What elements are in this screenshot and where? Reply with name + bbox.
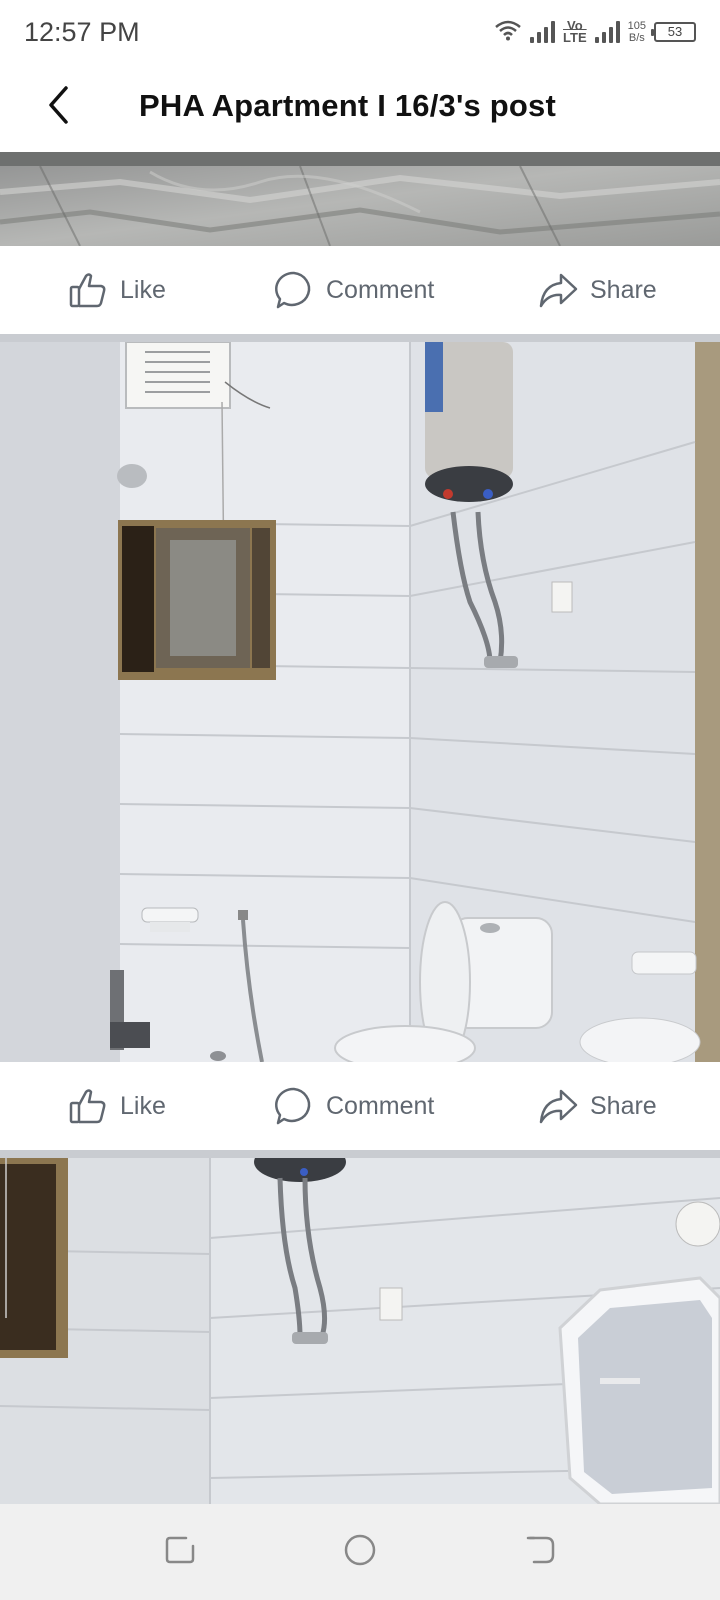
share-label: Share (590, 1091, 657, 1120)
wifi-icon (494, 19, 522, 46)
home-circle-icon (343, 1533, 377, 1572)
post-photo-2[interactable] (0, 342, 720, 1062)
speech-bubble-icon (274, 1086, 314, 1126)
recent-apps-icon (164, 1534, 196, 1571)
speech-bubble-icon (274, 270, 314, 310)
back-button[interactable] (34, 82, 84, 132)
share-label: Share (590, 275, 657, 304)
like-button[interactable]: Like (68, 246, 166, 334)
comment-label: Comment (326, 1091, 435, 1120)
battery-icon: 53 (651, 22, 696, 42)
status-bar: 12:57 PM Vo LTE 105 B/s 53 (0, 0, 720, 64)
thumbs-up-icon (68, 1086, 108, 1126)
comment-button-2[interactable]: Comment (274, 1062, 434, 1150)
post-photo-3[interactable] (0, 1158, 720, 1504)
post-actions: Like Comment Share (0, 246, 720, 334)
share-button[interactable]: Share (538, 246, 657, 334)
like-button-2[interactable]: Like (68, 1062, 166, 1150)
like-label: Like (120, 275, 166, 304)
thumbs-up-icon (68, 270, 108, 310)
signal-icon-2 (594, 21, 620, 43)
page-title: PHA Apartment I 16/3's post (139, 88, 557, 123)
nav-back-button[interactable] (520, 1532, 560, 1572)
network-speed: 105 B/s (627, 20, 646, 44)
post-header: PHA Apartment I 16/3's post (0, 64, 720, 152)
post-divider-2 (0, 1150, 720, 1158)
post-actions-2: Like Comment Share (0, 1062, 720, 1150)
volte-indicator: Vo LTE (563, 18, 587, 45)
share-arrow-icon (538, 270, 578, 310)
status-time: 12:57 PM (24, 17, 140, 47)
back-nav-icon (524, 1534, 556, 1571)
post-divider (0, 334, 720, 342)
like-label: Like (120, 1091, 166, 1120)
post-photo-1[interactable] (0, 152, 720, 246)
share-arrow-icon (538, 1086, 578, 1126)
share-button-2[interactable]: Share (538, 1062, 657, 1150)
status-icons: Vo LTE 105 B/s 53 (494, 14, 696, 50)
comment-button[interactable]: Comment (274, 246, 434, 334)
home-button[interactable] (340, 1532, 380, 1572)
battery-level: 53 (667, 24, 683, 39)
comment-label: Comment (326, 275, 435, 304)
chevron-left-icon (44, 85, 74, 130)
recent-apps-button[interactable] (160, 1532, 200, 1572)
system-nav-bar (0, 1504, 720, 1600)
signal-icon (530, 21, 556, 43)
